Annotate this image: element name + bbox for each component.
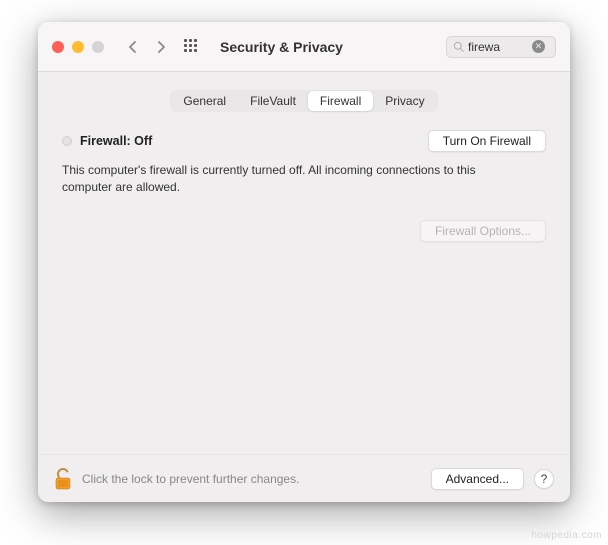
preferences-window: Security & Privacy ✕ General FileVault F… xyxy=(38,22,570,502)
tab-general[interactable]: General xyxy=(171,91,238,111)
watermark: howpedia.com xyxy=(532,530,602,541)
tab-firewall[interactable]: Firewall xyxy=(308,91,373,111)
status-indicator-icon xyxy=(62,136,72,146)
tab-bar: General FileVault Firewall Privacy xyxy=(170,90,437,112)
tabs-row: General FileVault Firewall Privacy xyxy=(38,72,570,112)
firewall-status: Firewall: Off xyxy=(62,134,152,148)
close-icon[interactable] xyxy=(52,41,64,53)
forward-button[interactable] xyxy=(156,40,166,54)
tab-privacy[interactable]: Privacy xyxy=(373,91,436,111)
search-input[interactable] xyxy=(468,40,528,54)
search-icon xyxy=(453,41,464,52)
minimize-icon[interactable] xyxy=(72,41,84,53)
help-button[interactable]: ? xyxy=(534,469,554,489)
back-button[interactable] xyxy=(128,40,138,54)
window-controls xyxy=(52,41,104,53)
titlebar: Security & Privacy ✕ xyxy=(38,22,570,72)
advanced-button[interactable]: Advanced... xyxy=(431,468,524,490)
search-field[interactable]: ✕ xyxy=(446,36,556,58)
firewall-status-row: Firewall: Off Turn On Firewall xyxy=(62,130,546,152)
lock-icon[interactable] xyxy=(54,468,72,490)
lock-hint-text: Click the lock to prevent further change… xyxy=(82,472,421,486)
window-title: Security & Privacy xyxy=(220,39,343,55)
tab-filevault[interactable]: FileVault xyxy=(238,91,308,111)
content-pane: Firewall: Off Turn On Firewall This comp… xyxy=(38,112,570,454)
clear-search-icon[interactable]: ✕ xyxy=(532,40,545,53)
footer: Click the lock to prevent further change… xyxy=(38,454,570,502)
firewall-options-button: Firewall Options... xyxy=(420,220,546,242)
firewall-description: This computer's firewall is currently tu… xyxy=(62,162,502,196)
show-all-icon[interactable] xyxy=(184,39,200,55)
nav-arrows xyxy=(128,40,166,54)
zoom-icon[interactable] xyxy=(92,41,104,53)
firewall-status-label: Firewall: Off xyxy=(80,134,152,148)
turn-on-firewall-button[interactable]: Turn On Firewall xyxy=(428,130,546,152)
